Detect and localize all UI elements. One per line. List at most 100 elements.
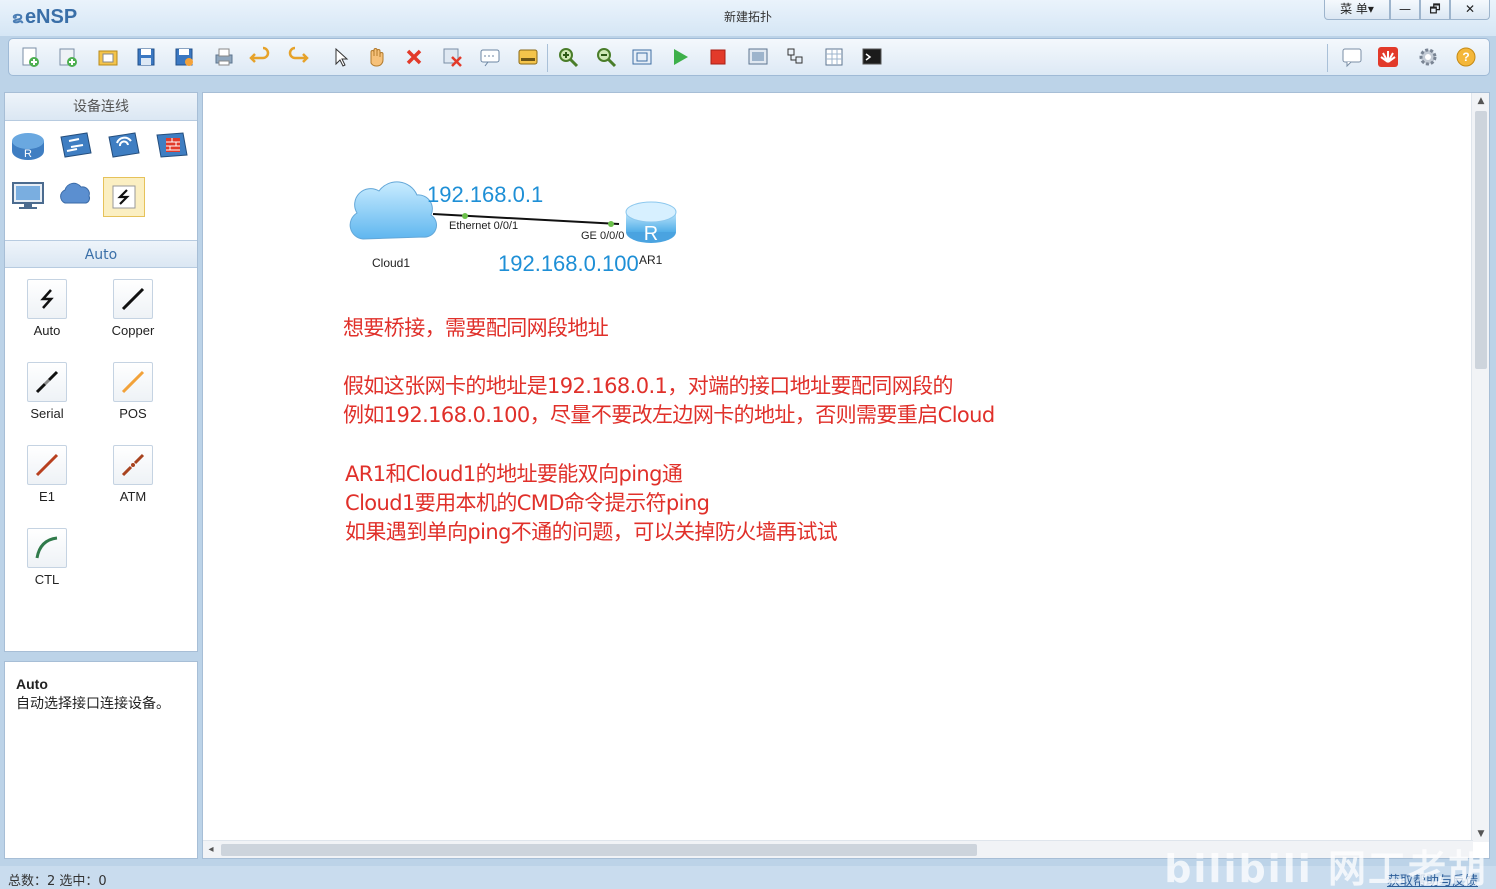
- menu-button[interactable]: 菜 单▾: [1324, 0, 1390, 20]
- router-device-icon: R: [625, 201, 677, 245]
- cable-label: POS: [119, 406, 147, 421]
- cable-e1[interactable]: E1: [17, 445, 77, 504]
- note-line: AR1和Cloud1的地址要能双向ping通: [345, 462, 683, 486]
- cloud-icon[interactable]: [57, 177, 95, 213]
- note-line: 例如192.168.0.100，尽量不要改左边网卡的地址，否则需要重启Cloud: [343, 403, 995, 427]
- cable-label: Copper: [111, 323, 155, 338]
- watermark: bilibili 网工老胡: [1164, 847, 1488, 889]
- cable-serial[interactable]: Serial: [17, 362, 77, 421]
- display-ports-icon[interactable]: [785, 46, 807, 68]
- horizontal-scroll-thumb[interactable]: [221, 844, 977, 856]
- cable-label: E1: [39, 489, 55, 504]
- cable-auto[interactable]: Auto: [17, 279, 77, 338]
- svg-text:R: R: [24, 148, 32, 160]
- toolbar-separator: [1327, 44, 1328, 72]
- maximize-button[interactable]: 🗗: [1420, 0, 1450, 20]
- pos-cable-icon[interactable]: [113, 362, 153, 402]
- ar1-label: AR1: [639, 253, 663, 267]
- cable-label: Auto: [33, 323, 61, 338]
- cables-header: Auto: [5, 240, 197, 268]
- vertical-scrollbar[interactable]: ▲ ▼: [1471, 93, 1489, 842]
- fit-view-icon[interactable]: [631, 46, 653, 68]
- serial-cable-icon[interactable]: [27, 362, 67, 402]
- cloud1-label: Cloud1: [372, 256, 411, 270]
- cable-label: ATM: [119, 489, 147, 504]
- window-controls: 菜 单▾ — 🗗 ✕: [1324, 0, 1490, 20]
- svg-text:R: R: [644, 223, 658, 245]
- description-title: Auto: [16, 676, 48, 692]
- start-device-icon[interactable]: [669, 46, 691, 68]
- cable-atm[interactable]: ATM: [103, 445, 163, 504]
- chat-icon[interactable]: [1341, 46, 1363, 68]
- grid-icon[interactable]: [823, 46, 845, 68]
- auto-cable-icon[interactable]: [27, 279, 67, 319]
- topology-canvas[interactable]: Cloud1 R 192.168.0.1 Ethernet 0/0/1 GE 0…: [202, 92, 1490, 859]
- window-title: 新建拓扑: [723, 10, 772, 24]
- cable-label: CTL: [34, 572, 60, 587]
- delete-icon[interactable]: [403, 46, 425, 68]
- router-port-label: GE 0/0/0: [581, 230, 625, 242]
- save-icon[interactable]: [135, 46, 157, 68]
- save-as-icon[interactable]: [173, 46, 195, 68]
- ctl-cable-icon[interactable]: [27, 528, 67, 568]
- minimize-button[interactable]: —: [1390, 0, 1420, 20]
- title-bar: ຂ eNSP 新建拓扑 菜 单▾ — 🗗 ✕: [0, 0, 1496, 36]
- cli-icon[interactable]: [861, 46, 883, 68]
- port-status-dot: [462, 213, 468, 219]
- help-icon[interactable]: ?: [1455, 46, 1477, 68]
- firewall-icon[interactable]: [153, 127, 191, 163]
- device-panel: 设备连线 R Auto Auto Copper Serial POS E1 AT…: [4, 92, 198, 652]
- pan-hand-icon[interactable]: [365, 46, 387, 68]
- cable-label: Serial: [30, 406, 64, 421]
- devices-header: 设备连线: [5, 93, 197, 121]
- note-line: 假如这张网卡的地址是192.168.0.1，对端的接口地址要配同网段的: [343, 374, 954, 398]
- scroll-left-icon[interactable]: ◂: [203, 841, 219, 858]
- zoom-out-icon[interactable]: [595, 46, 617, 68]
- pc-icon[interactable]: [9, 177, 47, 213]
- huawei-icon[interactable]: [1377, 46, 1399, 68]
- cable-ctl[interactable]: CTL: [17, 528, 77, 587]
- atm-cable-icon[interactable]: [113, 445, 153, 485]
- connection-icon[interactable]: [103, 177, 145, 217]
- zoom-in-icon[interactable]: [557, 46, 579, 68]
- wlan-icon[interactable]: [105, 127, 143, 163]
- status-count: 总数：2 选中：0: [8, 874, 107, 889]
- ar1-device[interactable]: R: [624, 198, 678, 246]
- scroll-up-icon[interactable]: ▲: [1472, 93, 1489, 109]
- toolbar-separator: [547, 44, 548, 72]
- cloud-device-icon: [349, 181, 437, 240]
- open-icon[interactable]: [97, 46, 119, 68]
- note-line: 如果遇到单向ping不通的问题，可以关掉防火墙再试试: [345, 520, 838, 544]
- print-icon[interactable]: [213, 46, 235, 68]
- capture-data-icon[interactable]: [747, 46, 769, 68]
- description-panel: Auto 自动选择接口连接设备。: [4, 661, 198, 859]
- copper-cable-icon[interactable]: [113, 279, 153, 319]
- select-icon[interactable]: [329, 46, 351, 68]
- note-line: 想要桥接，需要配同网段地址: [343, 316, 609, 340]
- cable-pos[interactable]: POS: [103, 362, 163, 421]
- palette-icon[interactable]: [517, 46, 539, 68]
- port-status-dot: [608, 221, 614, 227]
- toolbar: ?: [8, 38, 1490, 76]
- cloud-ip-label: 192.168.0.1: [427, 182, 544, 207]
- new-topology-icon[interactable]: [19, 46, 41, 68]
- e1-cable-icon[interactable]: [27, 445, 67, 485]
- redo-icon[interactable]: [287, 46, 309, 68]
- undo-icon[interactable]: [249, 46, 271, 68]
- switch-icon[interactable]: [57, 127, 95, 163]
- delete-connection-icon[interactable]: [441, 46, 463, 68]
- note-line: Cloud1要用本机的CMD命令提示符ping: [345, 491, 710, 515]
- cloud1-device[interactable]: [347, 173, 439, 249]
- description-text: 自动选择接口连接设备。: [16, 696, 170, 712]
- stop-device-icon[interactable]: [707, 46, 729, 68]
- router-icon[interactable]: R: [9, 127, 47, 163]
- vertical-scroll-thumb[interactable]: [1475, 111, 1487, 369]
- settings-icon[interactable]: [1417, 46, 1439, 68]
- cloud-port-label: Ethernet 0/0/1: [449, 220, 519, 232]
- svg-text:?: ?: [1462, 50, 1469, 64]
- text-icon[interactable]: [479, 46, 501, 68]
- router-ip-label: 192.168.0.100: [498, 251, 639, 276]
- cable-copper[interactable]: Copper: [103, 279, 163, 338]
- new-lab-icon[interactable]: [57, 46, 79, 68]
- close-button[interactable]: ✕: [1450, 0, 1490, 20]
